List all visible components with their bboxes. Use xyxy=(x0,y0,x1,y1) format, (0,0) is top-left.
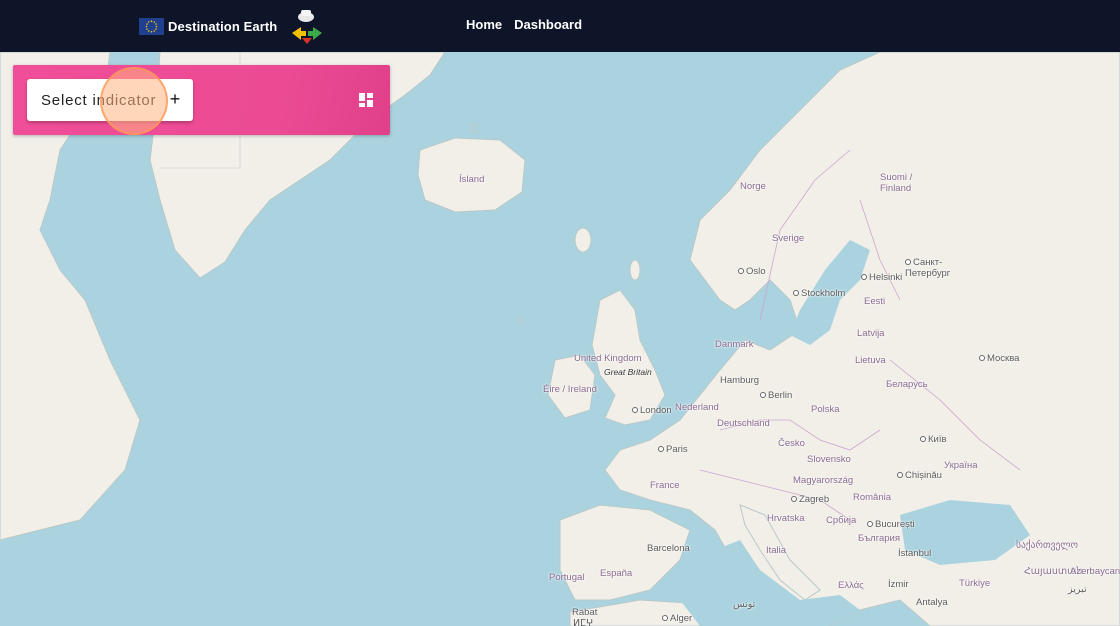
map-label: İstanbul xyxy=(898,548,932,559)
map-label: Москва xyxy=(979,353,1019,364)
map-label: Stockholm xyxy=(793,288,845,299)
map-label: Eesti xyxy=(864,296,886,307)
map-label: Nederland xyxy=(675,402,719,413)
map-label: Latvija xyxy=(857,328,885,339)
map-label: Suomi / Finland xyxy=(880,172,913,194)
map-canvas xyxy=(0,52,1120,626)
map-label: Chișinău xyxy=(897,470,942,481)
map-label: Portugal xyxy=(549,572,585,583)
indicator-panel: Select indicator + xyxy=(13,65,390,135)
nav-home[interactable]: Home xyxy=(466,17,502,32)
map-label: България xyxy=(858,533,900,544)
map-label: Italia xyxy=(766,545,787,556)
select-indicator-button[interactable]: Select indicator + xyxy=(27,79,193,121)
map-label: Türkiye xyxy=(959,578,991,589)
map-label: İzmir xyxy=(888,579,909,590)
map-label: Polska xyxy=(811,404,840,415)
map-label: تبریز xyxy=(1068,584,1087,595)
brand[interactable]: Destination Earth xyxy=(139,16,277,36)
map-label: Україна xyxy=(944,460,978,471)
map-label: Great Britain xyxy=(604,367,652,377)
map-label: Helsinki xyxy=(861,272,902,283)
plus-icon: + xyxy=(169,89,181,109)
map-label: Zagreb xyxy=(791,494,829,505)
map-label: Ελλάς xyxy=(838,580,864,591)
map-label: România xyxy=(853,492,892,503)
map-label: Deutschland xyxy=(717,418,770,429)
map-view[interactable]: Ísland Norge Sverige Suomi / Finland Osl… xyxy=(0,52,1120,626)
map-label: Hrvatska xyxy=(767,513,805,524)
select-indicator-label: Select indicator xyxy=(41,91,157,109)
map-label: Paris xyxy=(658,444,688,455)
map-label: ⵍⵎⵖ xyxy=(573,618,594,626)
map-label: Sverige xyxy=(772,233,805,244)
map-label: Київ xyxy=(920,434,947,445)
map-label: Magyarország xyxy=(793,475,854,486)
brand-title: Destination Earth xyxy=(168,18,278,34)
map-label: Lietuva xyxy=(855,355,886,366)
map-label: Slovensko xyxy=(807,454,851,465)
destination-earth-logo-icon[interactable] xyxy=(289,6,325,51)
map-label: Česko xyxy=(778,438,805,449)
map-label: Danmark xyxy=(715,339,754,350)
map-label: España xyxy=(600,568,633,579)
map-label: საქართველო xyxy=(1016,540,1078,551)
map-label: Éire / Ireland xyxy=(543,384,597,395)
map-label: Antalya xyxy=(916,597,948,608)
map-label: Санкт-Петербург xyxy=(905,257,960,279)
map-label: Hamburg xyxy=(720,375,760,386)
map-label: Alger xyxy=(662,613,692,624)
map-label: Norge xyxy=(740,181,766,192)
map-label: France xyxy=(650,480,680,491)
map-label: Berlin xyxy=(760,390,792,401)
map-label: Oslo xyxy=(738,266,766,277)
top-navbar: Destination Earth Home Dashboard xyxy=(0,0,1120,52)
eu-flag-icon xyxy=(139,17,164,35)
map-label: Barcelona xyxy=(647,543,690,554)
map-label: București xyxy=(867,519,915,530)
map-label: Ísland xyxy=(459,174,485,185)
map-label: Azerbaycan xyxy=(1070,566,1120,577)
nav-dashboard[interactable]: Dashboard xyxy=(514,17,582,32)
map-label: Србија xyxy=(826,515,857,526)
map-label: United Kingdom xyxy=(574,353,642,364)
map-label: Беларусь xyxy=(886,379,928,390)
main-nav: Home Dashboard xyxy=(466,17,594,32)
map-label: London xyxy=(632,405,672,416)
map-label: تونس xyxy=(733,599,756,610)
map-label: Rabat xyxy=(572,607,598,618)
dashboard-grid-icon[interactable] xyxy=(359,93,373,107)
